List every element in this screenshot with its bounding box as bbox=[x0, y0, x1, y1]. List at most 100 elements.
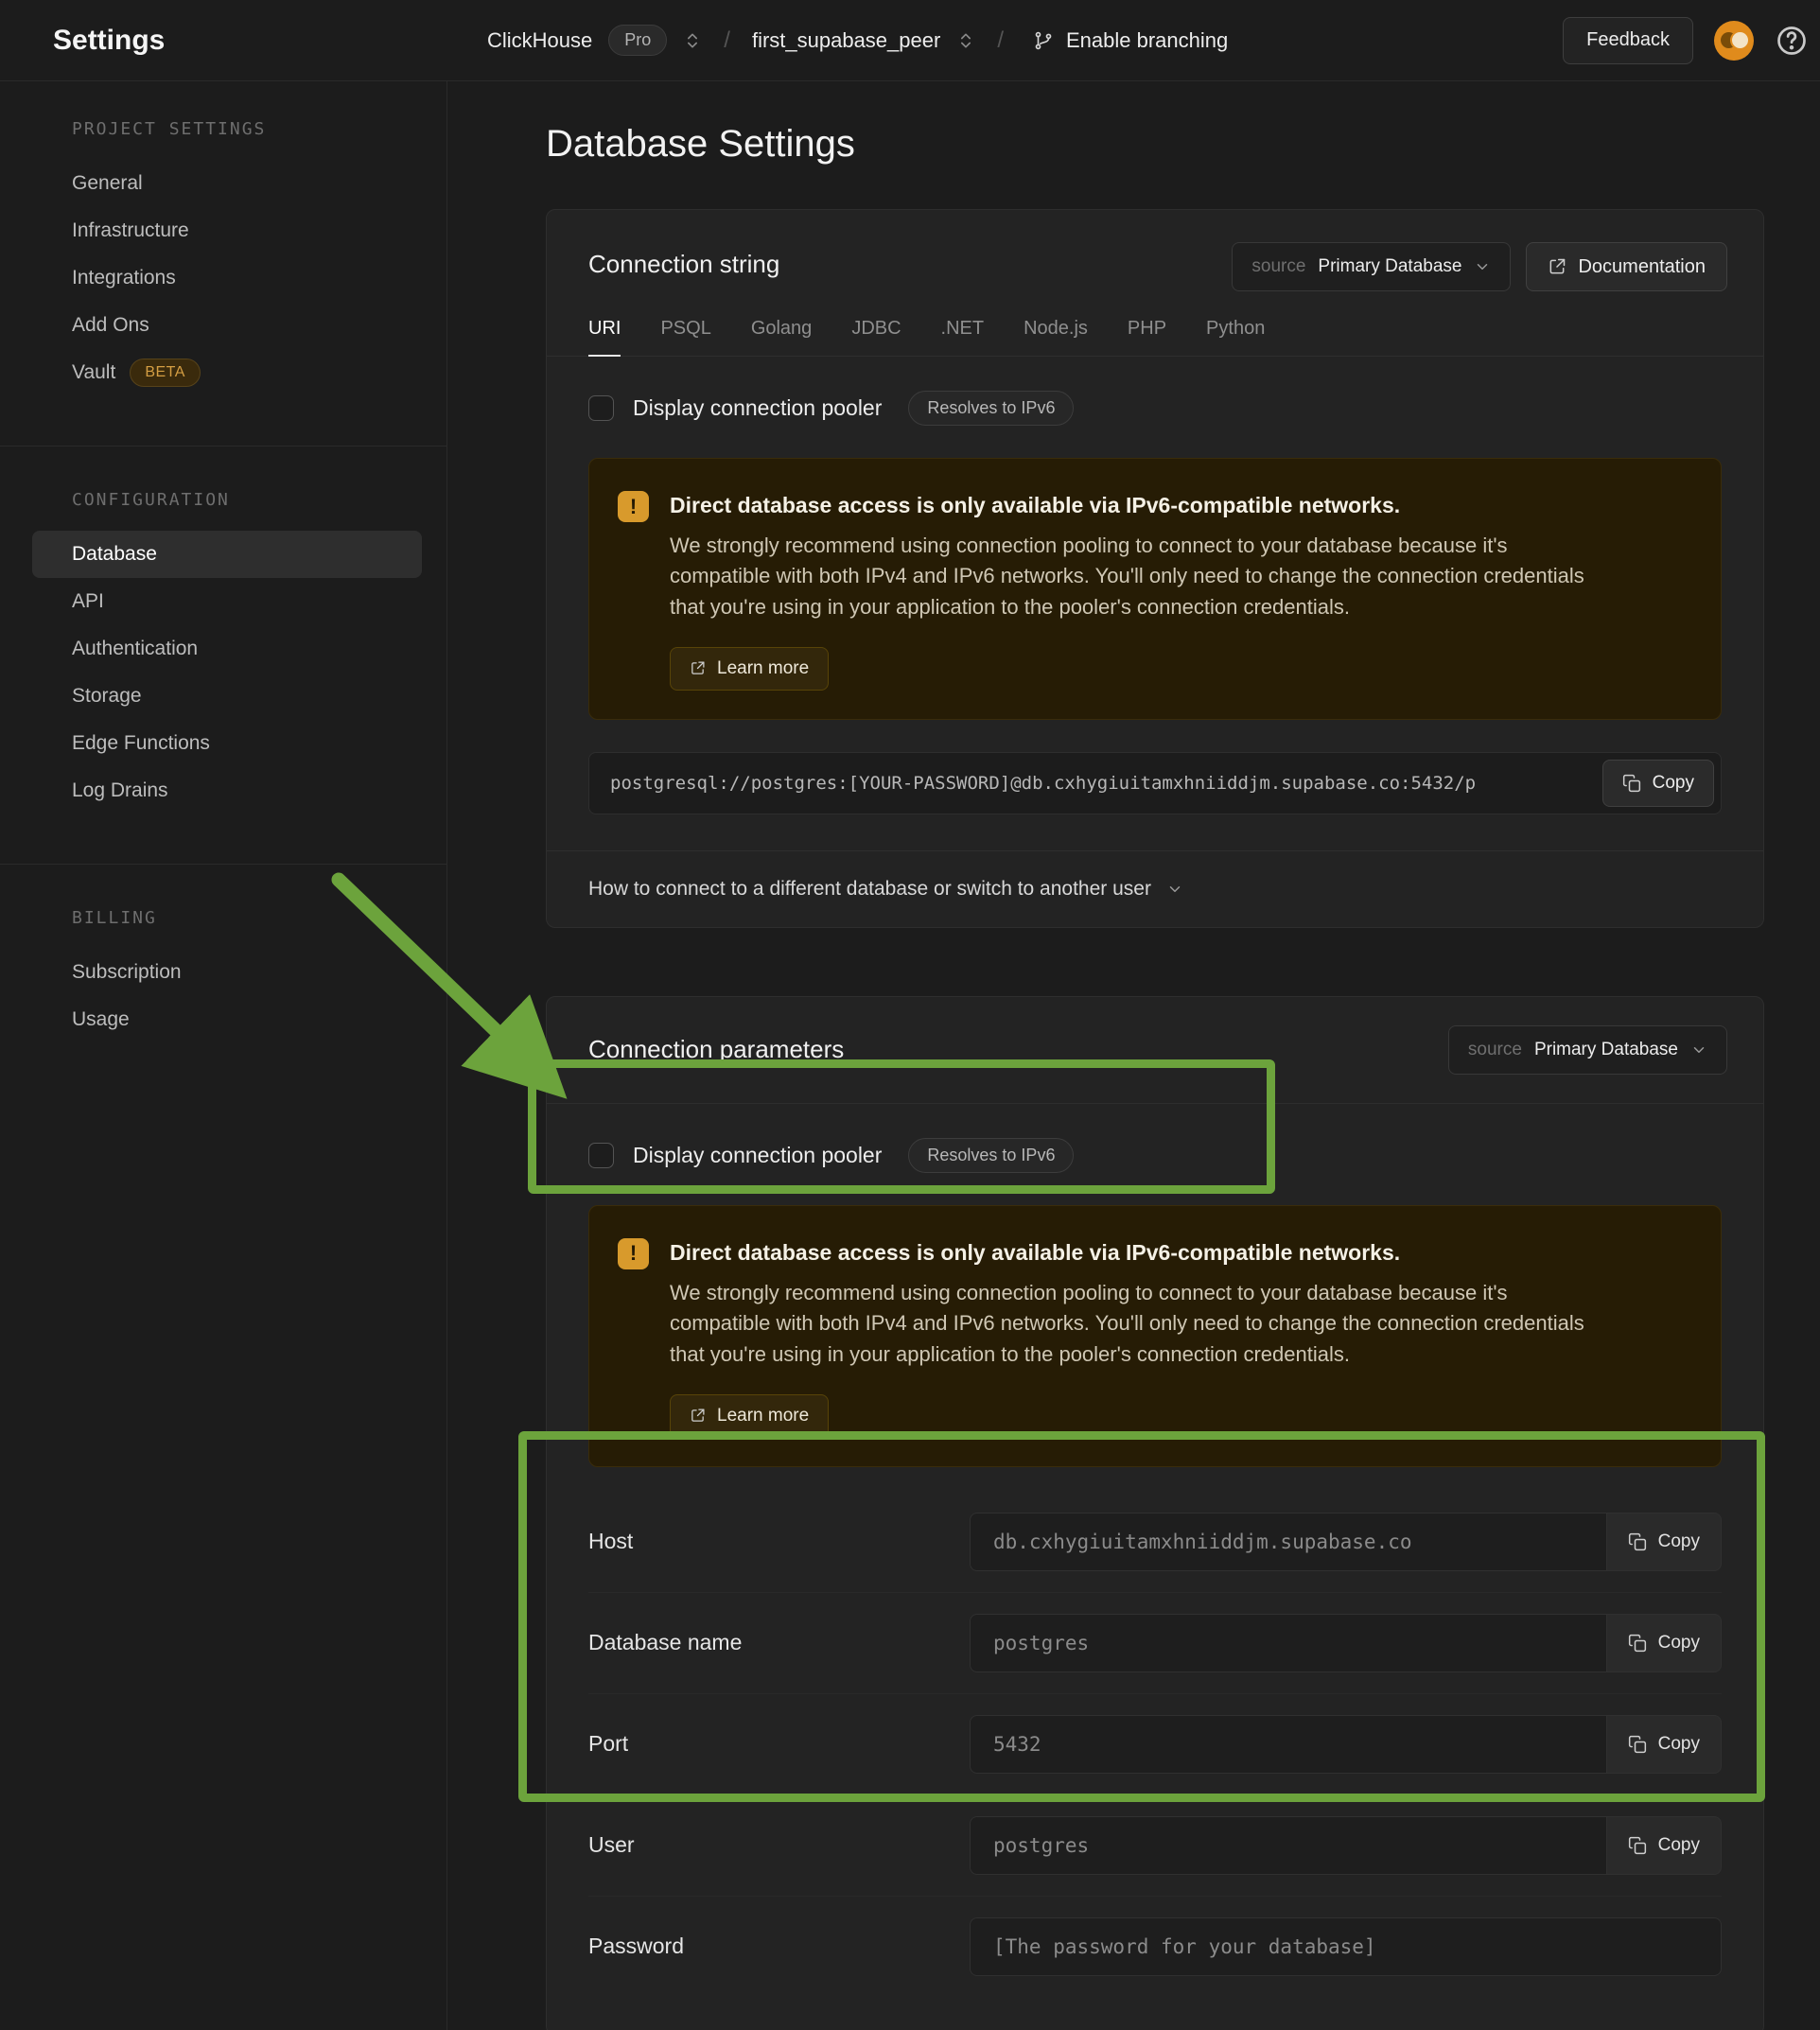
sidebar-item-infrastructure[interactable]: Infrastructure bbox=[32, 207, 422, 254]
copy-icon bbox=[1628, 1836, 1647, 1855]
source-select-value: Primary Database bbox=[1534, 1040, 1678, 1060]
avatar[interactable] bbox=[1714, 21, 1754, 61]
sidebar-item-subscription[interactable]: Subscription bbox=[32, 949, 422, 996]
breadcrumb-separator: / bbox=[997, 27, 1004, 54]
tab-psql[interactable]: PSQL bbox=[660, 318, 710, 357]
main-content: Database Settings Connection string sour… bbox=[448, 81, 1820, 2030]
tab-nodejs[interactable]: Node.js bbox=[1024, 318, 1088, 357]
copy-button[interactable]: Copy bbox=[1602, 760, 1714, 807]
sidebar-item-label: Add Ons bbox=[72, 314, 149, 337]
sidebar-item-label: Usage bbox=[72, 1008, 130, 1031]
documentation-label: Documentation bbox=[1578, 256, 1706, 278]
breadcrumb: ClickHouse Pro / first_supabase_peer / E… bbox=[447, 17, 1820, 64]
warning-body: We strongly recommend using connection p… bbox=[670, 531, 1606, 622]
chevron-sort-icon[interactable] bbox=[683, 31, 702, 50]
ipv6-warning-banner: ! Direct database access is only availab… bbox=[588, 458, 1722, 720]
documentation-button[interactable]: Documentation bbox=[1526, 242, 1727, 291]
feedback-button[interactable]: Feedback bbox=[1563, 17, 1693, 64]
chevron-down-icon bbox=[1690, 1041, 1707, 1059]
copy-icon bbox=[1628, 1532, 1647, 1551]
tab-python[interactable]: Python bbox=[1206, 318, 1265, 357]
copy-icon bbox=[1622, 774, 1641, 793]
sidebar-item-label: Integrations bbox=[72, 267, 176, 289]
sidebar-item-general[interactable]: General bbox=[32, 160, 422, 207]
sidebar-item-usage[interactable]: Usage bbox=[32, 996, 422, 1043]
field-row-database-name: Database name postgres Copy bbox=[588, 1592, 1722, 1693]
sidebar-section-heading-project-settings: PROJECT SETTINGS bbox=[0, 119, 446, 160]
tab-uri[interactable]: URI bbox=[588, 318, 621, 357]
tab-jdbc[interactable]: JDBC bbox=[851, 318, 901, 357]
sidebar-item-edge-functions[interactable]: Edge Functions bbox=[32, 720, 422, 767]
tab-dotnet[interactable]: .NET bbox=[941, 318, 985, 357]
copy-label: Copy bbox=[1658, 1633, 1700, 1654]
database-name-label: Database name bbox=[588, 1630, 970, 1655]
display-connection-pooler-checkbox[interactable] bbox=[588, 395, 614, 421]
tab-php[interactable]: PHP bbox=[1128, 318, 1166, 357]
user-input[interactable]: postgres bbox=[970, 1816, 1607, 1875]
settings-page: Settings ClickHouse Pro / first_supabase… bbox=[0, 0, 1820, 2030]
connection-parameters-title: Connection parameters bbox=[588, 1035, 844, 1064]
sidebar-section-heading-billing: BILLING bbox=[0, 908, 446, 949]
field-row-password: Password [The password for your database… bbox=[588, 1896, 1722, 1997]
top-bar: Settings ClickHouse Pro / first_supabase… bbox=[0, 0, 1820, 81]
external-link-icon bbox=[1548, 257, 1566, 276]
chevron-sort-icon[interactable] bbox=[956, 31, 975, 50]
sidebar-item-api[interactable]: API bbox=[32, 578, 422, 625]
copy-button[interactable]: Copy bbox=[1607, 1513, 1722, 1571]
port-input[interactable]: 5432 bbox=[970, 1715, 1607, 1774]
copy-label: Copy bbox=[1658, 1835, 1700, 1856]
connection-string-header: Connection string source Primary Databas… bbox=[547, 210, 1763, 291]
warning-title: Direct database access is only available… bbox=[670, 1234, 1606, 1266]
sidebar-item-authentication[interactable]: Authentication bbox=[32, 625, 422, 673]
display-connection-pooler-label: Display connection pooler bbox=[633, 1143, 882, 1168]
copy-button[interactable]: Copy bbox=[1607, 1614, 1722, 1672]
breadcrumb-org[interactable]: ClickHouse bbox=[487, 28, 592, 53]
display-connection-pooler-checkbox[interactable] bbox=[588, 1143, 614, 1168]
sidebar-item-label: Storage bbox=[72, 685, 142, 708]
learn-more-button[interactable]: Learn more bbox=[670, 647, 829, 691]
learn-more-label: Learn more bbox=[717, 658, 809, 679]
sidebar-item-label: Log Drains bbox=[72, 779, 168, 802]
help-icon[interactable] bbox=[1775, 24, 1809, 58]
copy-icon bbox=[1628, 1735, 1647, 1754]
sidebar-item-storage[interactable]: Storage bbox=[32, 673, 422, 720]
enable-branching-button[interactable]: Enable branching bbox=[1033, 28, 1228, 53]
source-select-value: Primary Database bbox=[1318, 256, 1461, 277]
database-name-input[interactable]: postgres bbox=[970, 1614, 1607, 1672]
field-row-user: User postgres Copy bbox=[588, 1794, 1722, 1896]
connection-uri-field[interactable]: postgresql://postgres:[YOUR-PASSWORD]@db… bbox=[588, 752, 1722, 814]
sidebar-item-label: General bbox=[72, 172, 143, 195]
sidebar-item-log-drains[interactable]: Log Drains bbox=[32, 767, 422, 814]
copy-button[interactable]: Copy bbox=[1607, 1816, 1722, 1875]
host-input[interactable]: db.cxhygiuitamxhniiddjm.supabase.co bbox=[970, 1513, 1607, 1571]
sidebar-item-add-ons[interactable]: Add Ons bbox=[32, 302, 422, 349]
chevron-down-icon bbox=[1474, 258, 1491, 275]
breadcrumb-project[interactable]: first_supabase_peer bbox=[752, 28, 940, 53]
ipv6-warning-banner: ! Direct database access is only availab… bbox=[588, 1205, 1722, 1467]
sidebar-item-label: API bbox=[72, 590, 104, 613]
connect-help-toggle[interactable]: How to connect to a different database o… bbox=[547, 850, 1763, 927]
port-label: Port bbox=[588, 1731, 970, 1757]
sidebar-item-label: Authentication bbox=[72, 638, 198, 660]
source-select[interactable]: source Primary Database bbox=[1232, 242, 1511, 291]
sidebar-item-vault[interactable]: Vault BETA bbox=[32, 349, 422, 396]
source-select[interactable]: source Primary Database bbox=[1448, 1025, 1727, 1075]
sidebar-item-label: Subscription bbox=[72, 961, 182, 984]
beta-badge: BETA bbox=[130, 359, 201, 387]
sidebar-header: Settings bbox=[0, 25, 447, 57]
field-row-host: Host db.cxhygiuitamxhniiddjm.supabase.co… bbox=[588, 1492, 1722, 1592]
sidebar-item-database[interactable]: Database bbox=[32, 531, 422, 578]
password-input[interactable]: [The password for your database] bbox=[970, 1917, 1722, 1976]
copy-button[interactable]: Copy bbox=[1607, 1715, 1722, 1774]
sidebar-divider bbox=[0, 864, 446, 865]
external-link-icon bbox=[690, 660, 706, 676]
learn-more-button[interactable]: Learn more bbox=[670, 1394, 829, 1438]
host-label: Host bbox=[588, 1529, 970, 1554]
source-select-label: source bbox=[1251, 256, 1305, 277]
warning-icon: ! bbox=[618, 1238, 649, 1269]
sidebar-item-label: Edge Functions bbox=[72, 732, 210, 755]
sidebar-item-integrations[interactable]: Integrations bbox=[32, 254, 422, 302]
tab-golang[interactable]: Golang bbox=[751, 318, 813, 357]
source-select-label: source bbox=[1468, 1040, 1522, 1060]
copy-label: Copy bbox=[1658, 1734, 1700, 1755]
